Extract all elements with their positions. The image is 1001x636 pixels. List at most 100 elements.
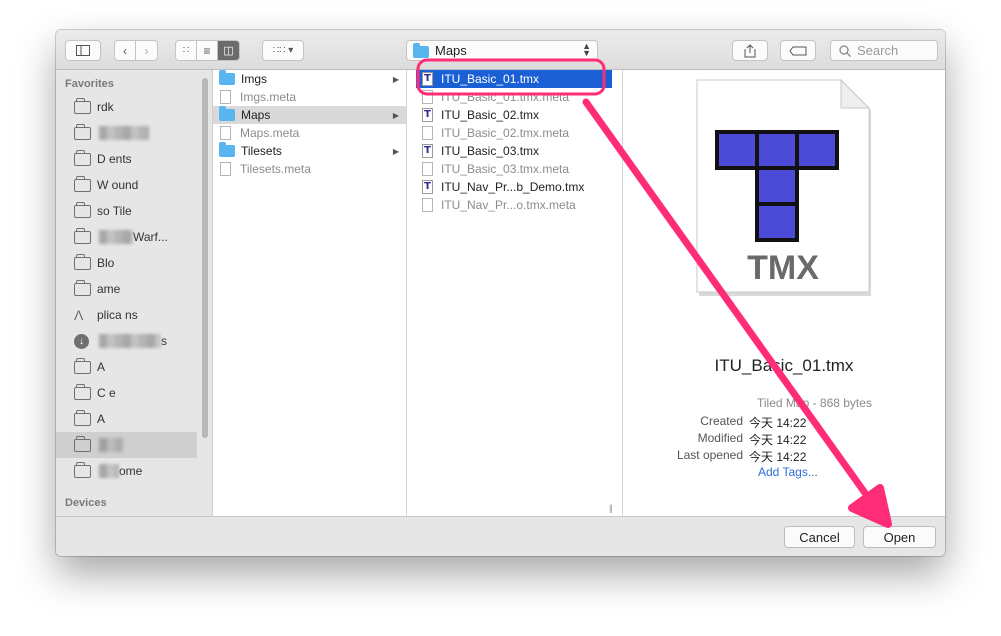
sidebar: Favorites rdk D ents W ound so Tile Warf… bbox=[56, 70, 213, 516]
list-item[interactable]: Tilesets ▶ bbox=[213, 142, 406, 160]
folder-icon bbox=[74, 97, 91, 114]
list-view-button[interactable]: ≡ bbox=[197, 41, 218, 60]
forward-button[interactable]: › bbox=[136, 41, 157, 60]
disclosure-arrow-icon: ▶ bbox=[392, 74, 399, 84]
favorites-header: Favorites bbox=[65, 78, 114, 90]
sidebar-item[interactable] bbox=[56, 120, 197, 146]
folder-icon bbox=[219, 70, 235, 85]
folder-icon bbox=[74, 357, 91, 374]
icon-view-button[interactable]: ∷ bbox=[176, 41, 197, 60]
sidebar-item[interactable]: Warf... bbox=[56, 224, 197, 250]
folder-icon bbox=[413, 42, 429, 58]
search-placeholder: Search bbox=[857, 43, 899, 58]
sidebar-item[interactable]: A bbox=[56, 406, 197, 432]
column-browser-1: Imgs ▶ Imgs.meta Maps ▶ Maps.meta Tilesets… bbox=[213, 70, 407, 516]
document-icon bbox=[220, 90, 231, 104]
list-item[interactable]: Tilesets.meta bbox=[213, 160, 406, 178]
downloads-icon: ↓ bbox=[74, 333, 89, 349]
cancel-button[interactable]: Cancel bbox=[784, 526, 855, 548]
view-mode-control: ∷ ≡ ◫ bbox=[175, 40, 240, 61]
item-label: Tilesets.meta bbox=[240, 162, 311, 176]
sidebar-scrollbar[interactable] bbox=[202, 78, 208, 438]
sidebar-item[interactable]: ame bbox=[56, 276, 197, 302]
sidebar-item-label: so Tile bbox=[97, 204, 132, 218]
updown-chevron-icon: ▲ ▼ bbox=[582, 41, 591, 58]
folder-icon bbox=[219, 142, 235, 157]
sidebar-item[interactable]: rdk bbox=[56, 94, 197, 120]
sidebar-item-selected[interactable] bbox=[56, 432, 197, 458]
last-opened-row: Last opened 今天 14:22 bbox=[623, 448, 806, 465]
open-button[interactable]: Open bbox=[863, 526, 936, 548]
sidebar-item[interactable]: W ound bbox=[56, 172, 197, 198]
redacted-label bbox=[99, 464, 119, 478]
sidebar-item-label: C e bbox=[97, 386, 116, 400]
document-icon bbox=[220, 126, 231, 140]
add-tags-link[interactable]: Add Tags... bbox=[758, 465, 818, 479]
list-item-selected[interactable]: Maps ▶ bbox=[213, 106, 406, 124]
sidebar-toggle-button[interactable] bbox=[65, 40, 101, 61]
list-item[interactable]: ITU_Basic_02.tmx.meta bbox=[416, 124, 612, 142]
columns-icon: ◫ bbox=[223, 45, 234, 57]
sidebar-item-label: ome bbox=[119, 464, 143, 478]
sidebar-item[interactable]: so Tile bbox=[56, 198, 197, 224]
modified-value: 今天 14:22 bbox=[749, 433, 807, 447]
item-label: Tilesets bbox=[241, 144, 282, 158]
sidebar-item-label: ame bbox=[97, 282, 121, 296]
documents-icon bbox=[74, 149, 91, 166]
list-item[interactable]: ITU_Basic_03.tmx.meta bbox=[416, 160, 612, 178]
back-button[interactable]: ‹ bbox=[115, 41, 136, 60]
share-icon bbox=[744, 43, 756, 57]
chevron-right-icon: › bbox=[144, 43, 149, 58]
column-view-button[interactable]: ◫ bbox=[218, 41, 239, 60]
document-icon bbox=[422, 90, 433, 104]
column-resize-handle[interactable]: || bbox=[609, 503, 613, 513]
sidebar-item[interactable]: Blo bbox=[56, 250, 197, 276]
sidebar-item[interactable]: A bbox=[56, 354, 197, 380]
tmx-file-icon: T bbox=[422, 144, 433, 158]
redacted-label bbox=[99, 334, 161, 348]
item-label: ITU_Nav_Pr...b_Demo.tmx bbox=[441, 180, 585, 194]
list-item[interactable]: T ITU_Basic_03.tmx bbox=[416, 142, 612, 160]
sidebar-item[interactable]: ↓ s bbox=[56, 328, 197, 354]
dialog-footer: Cancel Open bbox=[56, 516, 945, 556]
tmx-file-icon: T bbox=[422, 108, 433, 122]
list-item[interactable]: Imgs.meta bbox=[213, 88, 406, 106]
item-label: ITU_Nav_Pr...o.tmx.meta bbox=[441, 198, 576, 212]
sidebar-item[interactable]: D ents bbox=[56, 146, 197, 172]
item-label: Imgs bbox=[241, 72, 268, 86]
list-item[interactable]: Maps.meta bbox=[213, 124, 406, 142]
column-browser-2: T ITU_Basic_01.tmx ITU_Basic_01.tmx.meta … bbox=[407, 70, 623, 516]
folder-icon bbox=[74, 253, 91, 270]
search-field[interactable]: Search bbox=[830, 40, 938, 61]
folder-icon bbox=[219, 106, 235, 121]
tags-button[interactable] bbox=[780, 40, 816, 61]
sidebar-item-label: rdk bbox=[97, 100, 114, 114]
sidebar-item[interactable]: C e bbox=[56, 380, 197, 406]
back-forward-control: ‹ › bbox=[114, 40, 158, 61]
list-item[interactable]: Imgs ▶ bbox=[213, 70, 406, 88]
tag-icon bbox=[789, 46, 807, 55]
list-item[interactable]: T ITU_Basic_02.tmx bbox=[416, 106, 612, 124]
disclosure-arrow-icon: ▶ bbox=[392, 146, 399, 156]
folder-icon bbox=[74, 383, 91, 400]
list-item[interactable]: ITU_Basic_01.tmx.meta bbox=[416, 88, 612, 106]
list-item[interactable]: T ITU_Nav_Pr...b_Demo.tmx bbox=[416, 178, 612, 196]
applications-icon: Λ bbox=[74, 307, 84, 323]
list-item-selected[interactable]: T ITU_Basic_01.tmx bbox=[416, 70, 612, 88]
list-item[interactable]: ITU_Nav_Pr...o.tmx.meta bbox=[416, 196, 612, 214]
sidebar-item-label: s bbox=[161, 334, 167, 348]
sidebar-item[interactable]: Λplica ns bbox=[56, 302, 197, 328]
toolbar: ‹ › ∷ ≡ ◫ ∷∷ ▾ Maps ▲ ▼ Search bbox=[56, 30, 945, 70]
path-popup[interactable]: Maps ▲ ▼ bbox=[406, 40, 598, 61]
folder-icon bbox=[74, 435, 91, 452]
item-label: ITU_Basic_02.tmx.meta bbox=[441, 126, 570, 140]
share-button[interactable] bbox=[732, 40, 768, 61]
devices-header: Devices bbox=[65, 497, 107, 509]
last-opened-value: 今天 14:22 bbox=[749, 450, 807, 464]
item-label: Maps.meta bbox=[240, 126, 300, 140]
sidebar-item-label: W ound bbox=[97, 178, 139, 192]
sidebar-item-label: D ents bbox=[97, 152, 132, 166]
arrange-button[interactable]: ∷∷ ▾ bbox=[262, 40, 304, 61]
sidebar-item[interactable]: ome bbox=[56, 458, 197, 484]
folder-icon bbox=[74, 461, 91, 478]
